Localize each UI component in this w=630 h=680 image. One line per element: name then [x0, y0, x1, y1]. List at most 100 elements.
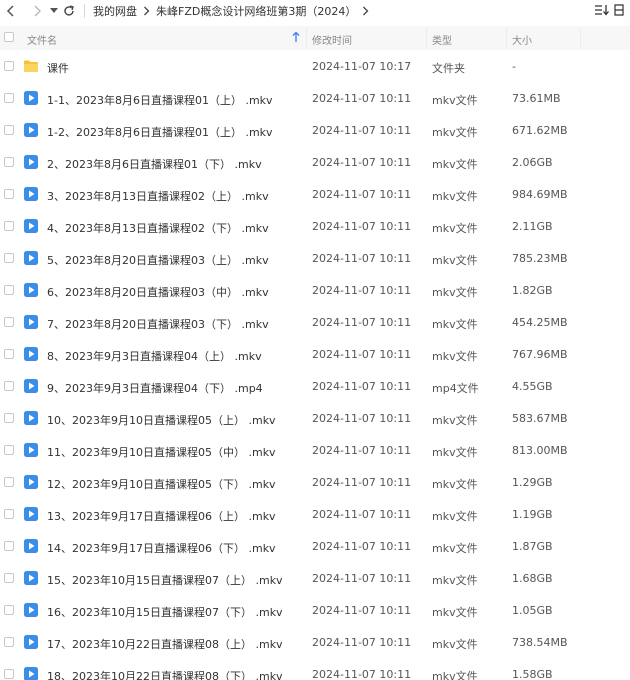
- column-divider: [580, 28, 581, 48]
- row-checkbox[interactable]: [4, 157, 14, 167]
- table-row[interactable]: 2、2023年8月6日直播课程01（下） .mkv 2024-11-07 10:1…: [0, 146, 630, 178]
- file-name[interactable]: 18、2023年10月22日直播课程08（下） .mkv: [47, 668, 283, 680]
- table-row[interactable]: 1-2、2023年8月6日直播课程01（上） .mkv 2024-11-07 10…: [0, 114, 630, 146]
- column-header-type[interactable]: 类型: [432, 32, 452, 47]
- video-file-icon: [23, 602, 39, 618]
- table-row[interactable]: 11、2023年9月10日直播课程05（中） .mkv 2024-11-07 10…: [0, 434, 630, 466]
- file-name[interactable]: 9、2023年9月3日直播课程04（下） .mp4: [47, 380, 263, 396]
- video-file-icon: [23, 282, 39, 298]
- table-row[interactable]: 13、2023年9月17日直播课程06（上） .mkv 2024-11-07 10…: [0, 498, 630, 530]
- row-checkbox[interactable]: [4, 381, 14, 391]
- file-size: 1.05GB: [512, 604, 553, 617]
- row-checkbox[interactable]: [4, 541, 14, 551]
- file-name[interactable]: 8、2023年9月3日直播课程04（上） .mkv: [47, 348, 262, 364]
- file-size: 984.69MB: [512, 188, 568, 201]
- row-checkbox[interactable]: [4, 317, 14, 327]
- row-checkbox[interactable]: [4, 477, 14, 487]
- table-row[interactable]: 3、2023年8月13日直播课程02（上） .mkv 2024-11-07 10:…: [0, 178, 630, 210]
- file-size: 1.29GB: [512, 476, 553, 489]
- file-size: 1.19GB: [512, 508, 553, 521]
- chevron-right-icon[interactable]: [362, 6, 369, 16]
- video-file-icon: [23, 218, 39, 234]
- column-header-modified[interactable]: 修改时间: [312, 32, 352, 47]
- file-name[interactable]: 4、2023年8月13日直播课程02（下） .mkv: [47, 220, 269, 236]
- row-checkbox[interactable]: [4, 253, 14, 263]
- file-name[interactable]: 11、2023年9月10日直播课程05（中） .mkv: [47, 444, 276, 460]
- row-checkbox[interactable]: [4, 61, 14, 71]
- file-size: -: [512, 60, 516, 73]
- table-row[interactable]: 16、2023年10月15日直播课程07（下） .mkv 2024-11-07 1…: [0, 594, 630, 626]
- breadcrumb-item-current[interactable]: 朱峰FZD概念设计网络班第3期（2024）: [156, 3, 356, 19]
- row-checkbox[interactable]: [4, 125, 14, 135]
- table-row[interactable]: 17、2023年10月22日直播课程08（上） .mkv 2024-11-07 1…: [0, 626, 630, 658]
- file-modified: 2024-11-07 10:11: [312, 188, 412, 201]
- row-checkbox[interactable]: [4, 605, 14, 615]
- file-name[interactable]: 课件: [47, 60, 69, 76]
- file-type: mkv文件: [432, 318, 478, 331]
- breadcrumb-item-root[interactable]: 我的网盘: [93, 3, 137, 19]
- navigation-bar: 我的网盘 朱峰FZD概念设计网络班第3期（2024）: [0, 0, 630, 22]
- table-row[interactable]: 7、2023年8月20日直播课程03（下） .mkv 2024-11-07 10:…: [0, 306, 630, 338]
- chevron-left-icon[interactable]: [2, 0, 20, 22]
- file-name[interactable]: 17、2023年10月22日直播课程08（上） .mkv: [47, 636, 283, 652]
- row-checkbox[interactable]: [4, 349, 14, 359]
- select-all-checkbox[interactable]: [4, 32, 14, 42]
- row-checkbox[interactable]: [4, 573, 14, 583]
- file-name[interactable]: 15、2023年10月15日直播课程07（上） .mkv: [47, 572, 283, 588]
- file-modified: 2024-11-07 10:11: [312, 284, 412, 297]
- file-modified: 2024-11-07 10:11: [312, 444, 412, 457]
- table-row[interactable]: 1-1、2023年8月6日直播课程01（上） .mkv 2024-11-07 10…: [0, 82, 630, 114]
- table-row[interactable]: 课件 2024-11-07 10:17 文件夹 -: [0, 50, 630, 82]
- file-type: mkv文件: [432, 574, 478, 587]
- file-name[interactable]: 13、2023年9月17日直播课程06（上） .mkv: [47, 508, 276, 524]
- refresh-icon[interactable]: [60, 0, 78, 22]
- chevron-right-icon: [143, 6, 150, 16]
- file-name[interactable]: 1-1、2023年8月6日直播课程01（上） .mkv: [47, 92, 273, 108]
- file-name[interactable]: 7、2023年8月20日直播课程03（下） .mkv: [47, 316, 269, 332]
- column-header-name[interactable]: 文件名: [27, 32, 57, 47]
- file-name[interactable]: 14、2023年9月17日直播课程06（下） .mkv: [47, 540, 276, 556]
- table-row[interactable]: 14、2023年9月17日直播课程06（下） .mkv 2024-11-07 10…: [0, 530, 630, 562]
- table-row[interactable]: 5、2023年8月20日直播课程03（上） .mkv 2024-11-07 10:…: [0, 242, 630, 274]
- table-row[interactable]: 9、2023年9月3日直播课程04（下） .mp4 2024-11-07 10:1…: [0, 370, 630, 402]
- view-mode-icon[interactable]: [614, 3, 624, 19]
- row-checkbox[interactable]: [4, 445, 14, 455]
- video-file-icon: [23, 250, 39, 266]
- file-name[interactable]: 5、2023年8月20日直播课程03（上） .mkv: [47, 252, 269, 268]
- chevron-right-icon[interactable]: [28, 0, 46, 22]
- sort-order-icon[interactable]: [594, 4, 610, 19]
- table-row[interactable]: 15、2023年10月15日直播课程07（上） .mkv 2024-11-07 1…: [0, 562, 630, 594]
- column-header-size[interactable]: 大小: [512, 32, 532, 47]
- file-name[interactable]: 16、2023年10月15日直播课程07（下） .mkv: [47, 604, 283, 620]
- video-file-icon: [23, 570, 39, 586]
- file-name[interactable]: 12、2023年9月10日直播课程05（下） .mkv: [47, 476, 276, 492]
- file-name[interactable]: 3、2023年8月13日直播课程02（上） .mkv: [47, 188, 269, 204]
- file-name[interactable]: 2、2023年8月6日直播课程01（下） .mkv: [47, 156, 262, 172]
- file-name[interactable]: 1-2、2023年8月6日直播课程01（上） .mkv: [47, 124, 273, 140]
- file-modified: 2024-11-07 10:11: [312, 508, 412, 521]
- table-row[interactable]: 12、2023年9月10日直播课程05（下） .mkv 2024-11-07 10…: [0, 466, 630, 498]
- table-row[interactable]: 18、2023年10月22日直播课程08（下） .mkv 2024-11-07 1…: [0, 658, 630, 680]
- table-row[interactable]: 10、2023年9月10日直播课程05（上） .mkv 2024-11-07 10…: [0, 402, 630, 434]
- file-name[interactable]: 10、2023年9月10日直播课程05（上） .mkv: [47, 412, 276, 428]
- table-row[interactable]: 8、2023年9月3日直播课程04（上） .mkv 2024-11-07 10:1…: [0, 338, 630, 370]
- row-checkbox[interactable]: [4, 669, 14, 679]
- table-row[interactable]: 4、2023年8月13日直播课程02（下） .mkv 2024-11-07 10:…: [0, 210, 630, 242]
- column-divider: [506, 28, 507, 48]
- file-type: mkv文件: [432, 638, 478, 651]
- sort-ascending-icon[interactable]: [292, 31, 300, 46]
- row-checkbox[interactable]: [4, 637, 14, 647]
- video-file-icon: [23, 186, 39, 202]
- row-checkbox[interactable]: [4, 285, 14, 295]
- row-checkbox[interactable]: [4, 189, 14, 199]
- video-file-icon: [23, 666, 39, 680]
- caret-down-icon[interactable]: [48, 0, 60, 22]
- row-checkbox[interactable]: [4, 509, 14, 519]
- file-size: 738.54MB: [512, 636, 568, 649]
- row-checkbox[interactable]: [4, 221, 14, 231]
- table-row[interactable]: 6、2023年8月20日直播课程03（中） .mkv 2024-11-07 10:…: [0, 274, 630, 306]
- file-type: mkv文件: [432, 510, 478, 523]
- row-checkbox[interactable]: [4, 413, 14, 423]
- file-name[interactable]: 6、2023年8月20日直播课程03（中） .mkv: [47, 284, 269, 300]
- row-checkbox[interactable]: [4, 93, 14, 103]
